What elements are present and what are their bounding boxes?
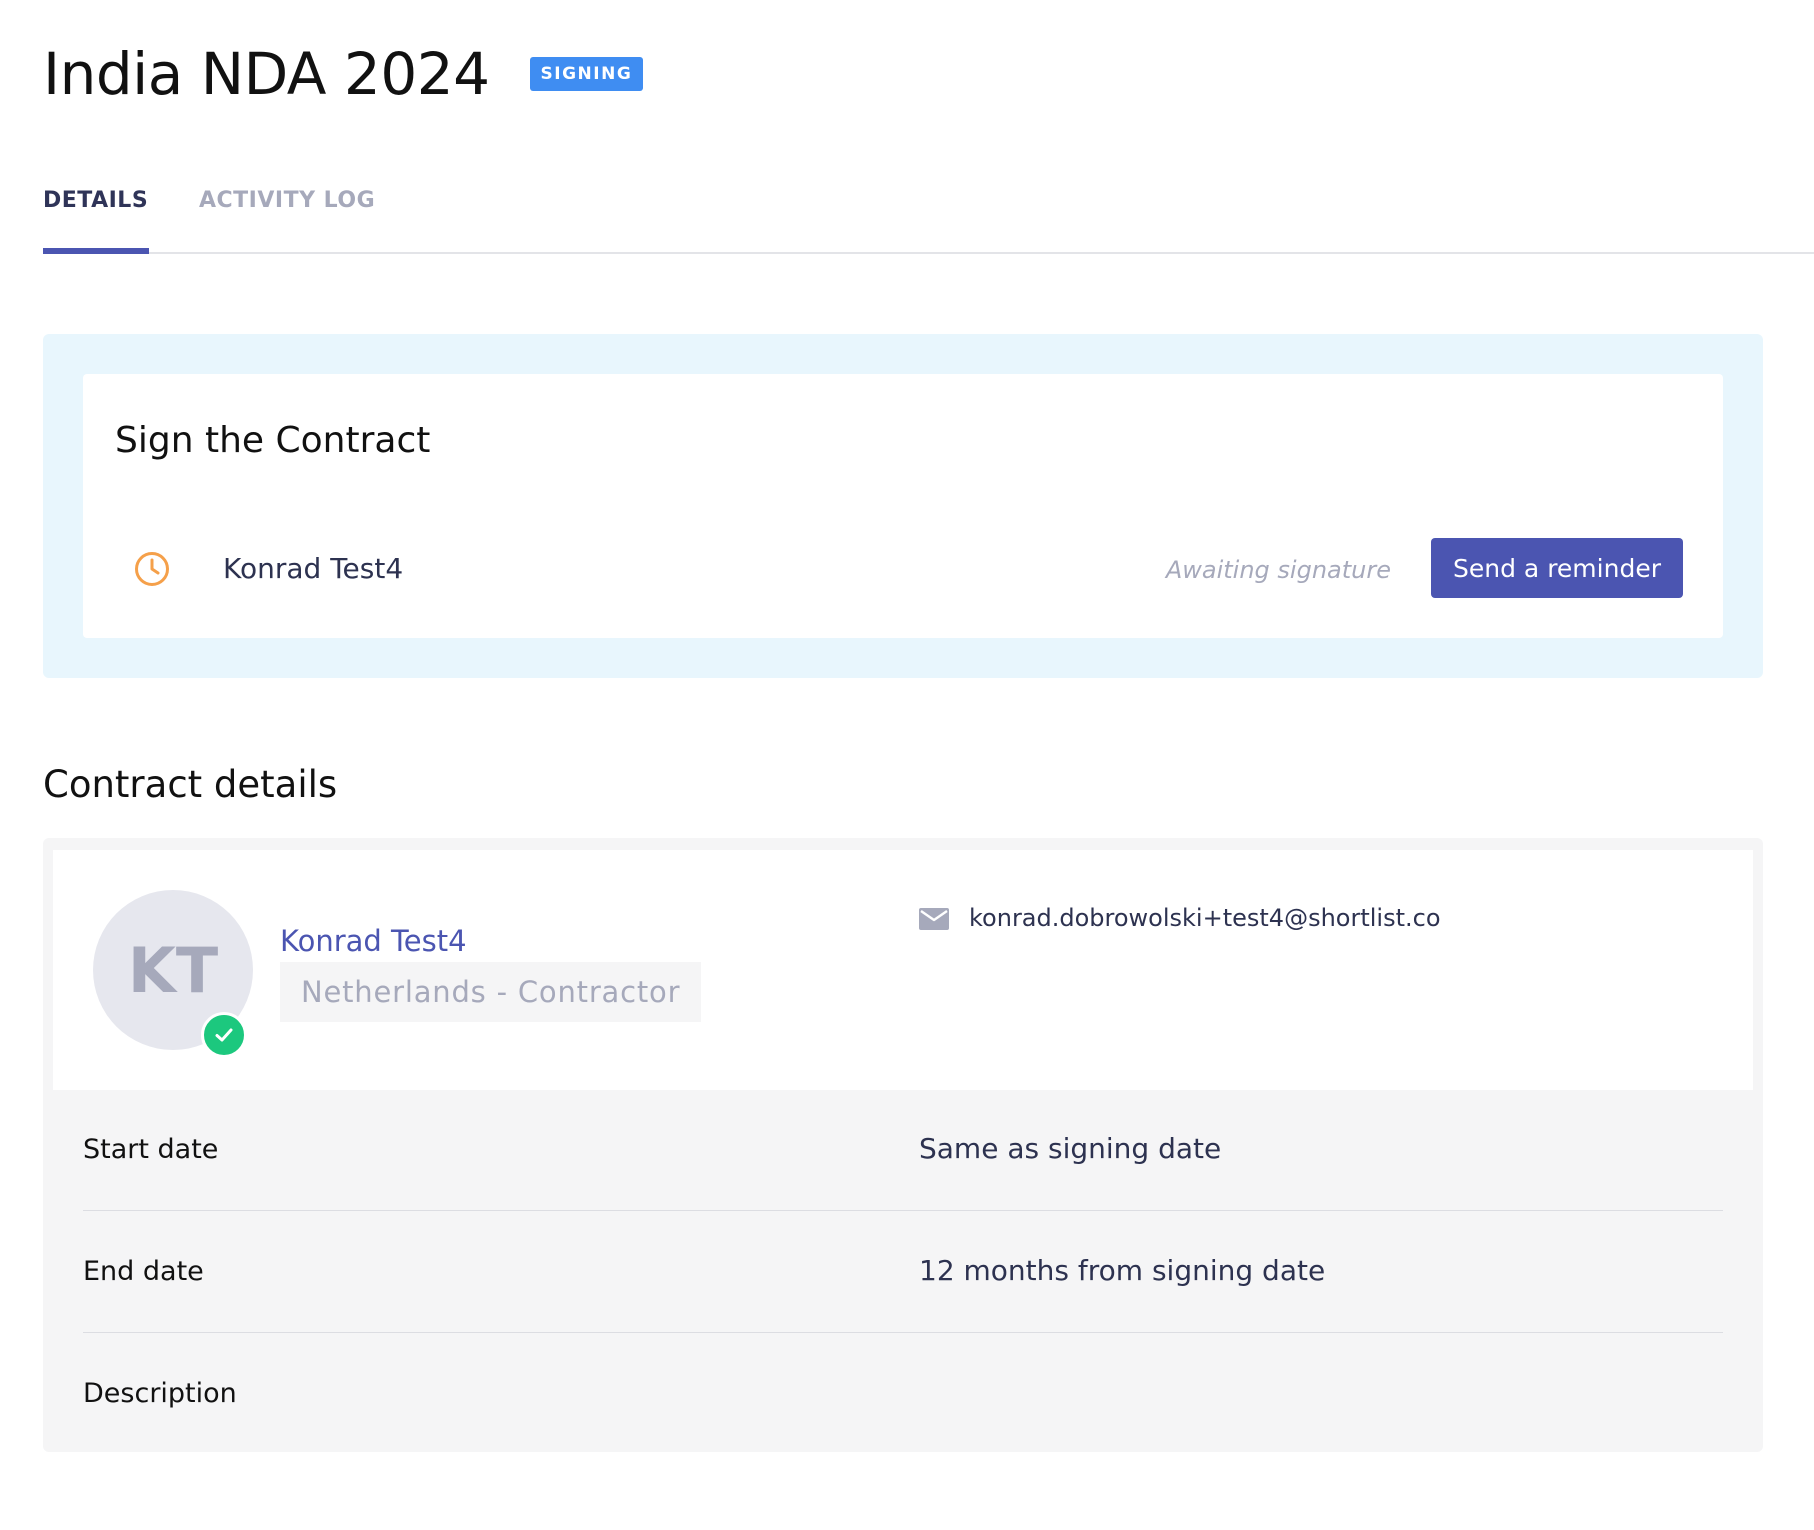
status-badge: SIGNING bbox=[529, 57, 644, 91]
sign-contract-panel: Sign the Contract Konrad Test4 Awaiting … bbox=[43, 334, 1763, 678]
contract-details-heading: Contract details bbox=[43, 763, 338, 806]
clock-icon bbox=[135, 552, 169, 586]
sign-contract-heading: Sign the Contract bbox=[115, 420, 431, 461]
detail-value: 12 months from signing date bbox=[919, 1254, 1326, 1287]
contractor-profile-card: KT Konrad Test4 Netherlands - Contractor… bbox=[53, 850, 1753, 1090]
contractor-location-tag: Netherlands - Contractor bbox=[280, 962, 702, 1022]
page-title: India NDA 2024 bbox=[43, 40, 490, 108]
tab-details[interactable]: DETAILS bbox=[43, 188, 148, 213]
detail-value: Same as signing date bbox=[919, 1132, 1222, 1165]
detail-row-start-date: Start date Same as signing date bbox=[83, 1090, 1723, 1211]
detail-row-description: Description bbox=[83, 1334, 1723, 1454]
verified-check-icon bbox=[201, 1012, 247, 1058]
tab-bar: DETAILS ACTIVITY LOG bbox=[43, 180, 1814, 254]
signature-status: Awaiting signature bbox=[1165, 556, 1391, 584]
detail-label: End date bbox=[83, 1256, 204, 1287]
sign-contract-card: Sign the Contract Konrad Test4 Awaiting … bbox=[83, 374, 1723, 638]
mail-icon bbox=[919, 908, 949, 930]
contract-page: India NDA 2024 SIGNING DETAILS ACTIVITY … bbox=[0, 0, 1814, 1530]
detail-label: Description bbox=[83, 1378, 237, 1409]
signer-row: Konrad Test4 Awaiting signature Send a r… bbox=[83, 538, 1723, 600]
contractor-email: konrad.dobrowolski+test4@shortlist.co bbox=[969, 904, 1441, 932]
send-reminder-button[interactable]: Send a reminder bbox=[1431, 538, 1683, 598]
tab-activity-log[interactable]: ACTIVITY LOG bbox=[199, 188, 375, 213]
signer-name: Konrad Test4 bbox=[223, 552, 404, 585]
active-tab-indicator bbox=[43, 248, 149, 254]
detail-label: Start date bbox=[83, 1134, 219, 1165]
title-row: India NDA 2024 SIGNING bbox=[43, 34, 644, 114]
contractor-name-link[interactable]: Konrad Test4 bbox=[280, 924, 467, 958]
detail-row-end-date: End date 12 months from signing date bbox=[83, 1212, 1723, 1333]
contract-details-box: KT Konrad Test4 Netherlands - Contractor… bbox=[43, 838, 1763, 1452]
